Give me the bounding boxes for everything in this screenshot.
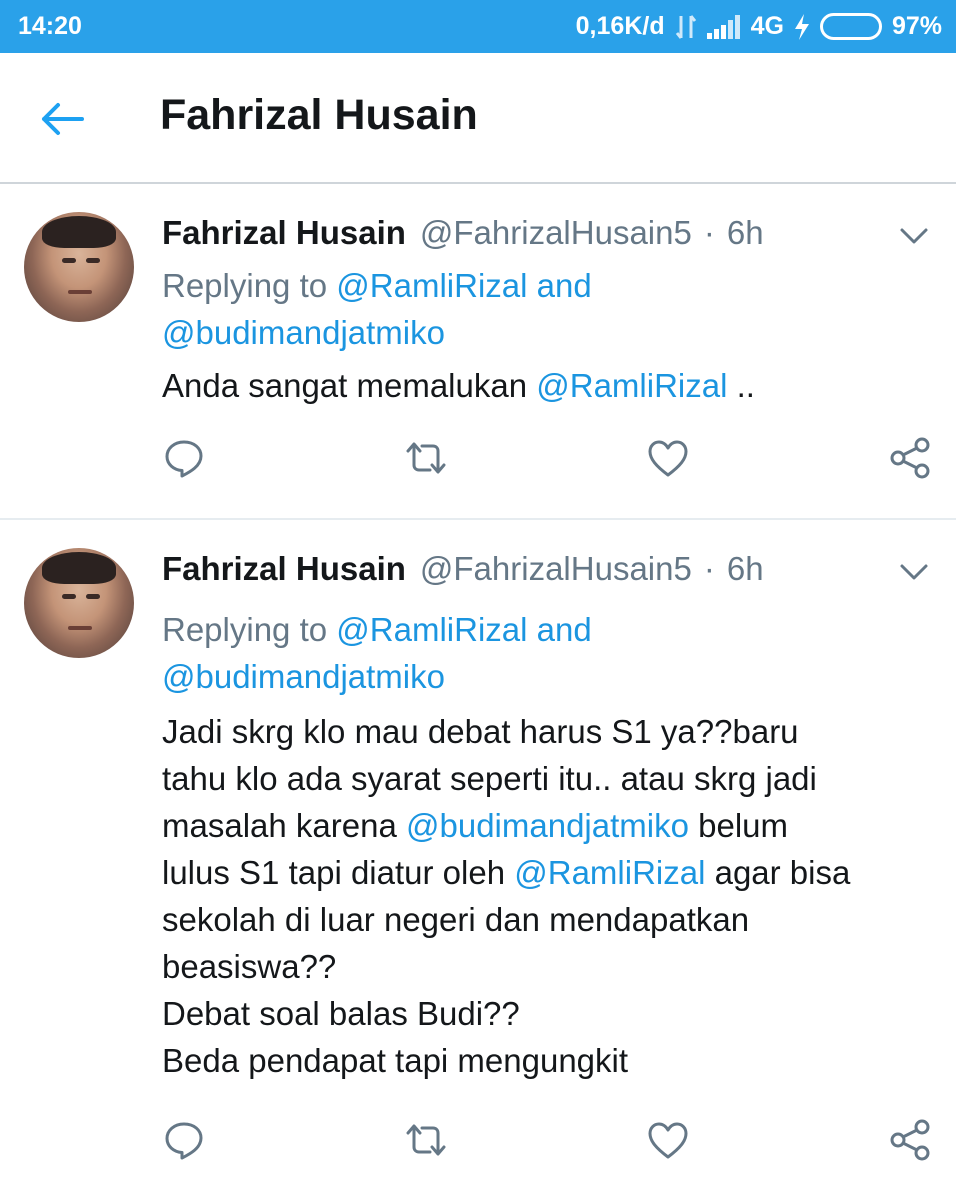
reply-icon: [165, 1122, 203, 1160]
tweet-header: Fahrizal Husain @FahrizalHusain5 · 6h: [162, 550, 764, 588]
retweet-icon: [406, 1124, 446, 1156]
retweet-button[interactable]: [398, 430, 454, 486]
separator: ·: [703, 550, 715, 587]
tweet[interactable]: Fahrizal Husain @FahrizalHusain5 · 6h Re…: [0, 186, 956, 520]
author-name[interactable]: Fahrizal Husain: [162, 550, 406, 588]
network-type: 4G: [750, 12, 784, 40]
battery-percent: 97%: [891, 12, 942, 40]
tweet-time: 6h: [726, 550, 764, 587]
tweet[interactable]: Fahrizal Husain @FahrizalHusain5 · 6h Re…: [0, 522, 956, 1200]
mention-link[interactable]: @RamliRizal: [536, 367, 727, 404]
like-button[interactable]: [640, 430, 696, 486]
app-bar: Fahrizal Husain: [0, 53, 956, 184]
share-button[interactable]: [882, 430, 938, 486]
text-segment: Anda sangat memalukan: [162, 367, 537, 404]
share-icon: [890, 1119, 930, 1161]
tweet-menu-button[interactable]: [898, 224, 930, 248]
avatar[interactable]: [24, 548, 134, 658]
network-speed: 0,16K/d: [575, 12, 665, 40]
mention-link[interactable]: @budimandjatmiko: [162, 658, 445, 695]
separator: ·: [703, 214, 715, 251]
status-bar: 14:20 0,16K/d 4G 97%: [0, 0, 956, 53]
retweet-button[interactable]: [398, 1112, 454, 1168]
reply-icon: [165, 440, 203, 478]
replying-to: Replying to @RamliRizal and @budimandjat…: [162, 606, 592, 700]
tweet-time: 6h: [726, 214, 764, 251]
like-button[interactable]: [640, 1112, 696, 1168]
tweet-text: Anda sangat memalukan @RamliRizal ..: [162, 362, 942, 409]
tweet-text: Jadi skrg klo mau debat harus S1 ya??bar…: [162, 708, 942, 1084]
share-button[interactable]: [882, 1112, 938, 1168]
author-name[interactable]: Fahrizal Husain: [162, 214, 406, 252]
status-indicators: 0,16K/d 4G 97%: [576, 12, 942, 41]
retweet-icon: [406, 442, 446, 474]
chevron-down-icon: [900, 228, 928, 244]
signal-icon: [706, 14, 741, 39]
replying-prefix: Replying to: [162, 611, 328, 648]
tweet-actions: [0, 430, 956, 490]
data-transfer-icon: [675, 14, 697, 40]
avatar[interactable]: [24, 212, 134, 322]
back-button[interactable]: [36, 95, 88, 143]
tweet-menu-button[interactable]: [898, 560, 930, 584]
mention-link[interactable]: @RamliRizal: [336, 267, 527, 304]
mention-link[interactable]: @RamliRizal: [514, 854, 705, 891]
reply-button[interactable]: [156, 430, 212, 486]
charging-icon: [794, 13, 810, 40]
tweet-header: Fahrizal Husain @FahrizalHusain5 · 6h: [162, 214, 764, 252]
reply-button[interactable]: [156, 1112, 212, 1168]
back-arrow-icon: [42, 103, 84, 135]
status-time: 14:20: [18, 12, 82, 40]
replying-and[interactable]: and: [537, 611, 592, 648]
battery-icon: [819, 13, 882, 40]
like-icon: [648, 440, 688, 477]
share-icon: [890, 437, 930, 479]
replying-and[interactable]: and: [537, 267, 592, 304]
mention-link[interactable]: @RamliRizal: [336, 611, 527, 648]
page-title: Fahrizal Husain: [160, 91, 478, 139]
like-icon: [648, 1122, 688, 1159]
replying-prefix: Replying to: [162, 267, 328, 304]
mention-link[interactable]: @budimandjatmiko: [406, 807, 689, 844]
text-segment: ..: [727, 367, 755, 404]
author-handle[interactable]: @FahrizalHusain5: [420, 550, 692, 588]
mention-link[interactable]: @budimandjatmiko: [162, 314, 445, 351]
author-handle[interactable]: @FahrizalHusain5: [420, 214, 692, 252]
tweet-actions: [0, 1112, 956, 1172]
replying-to: Replying to @RamliRizal and @budimandjat…: [162, 262, 592, 356]
chevron-down-icon: [900, 564, 928, 580]
